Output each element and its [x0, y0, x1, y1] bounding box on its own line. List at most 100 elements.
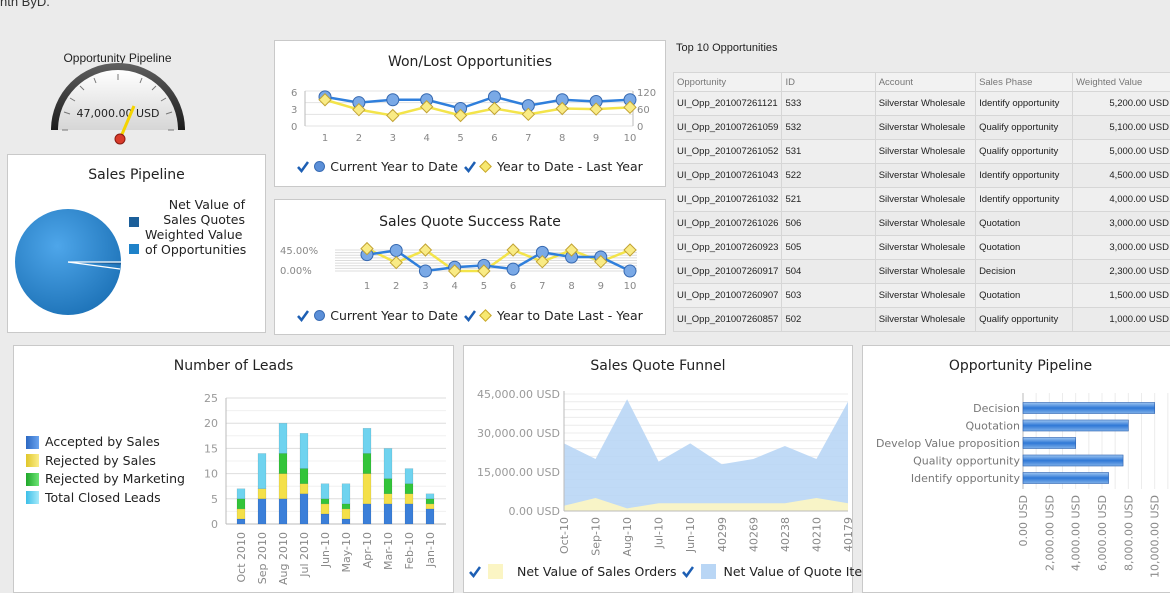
- checkbox-checked-icon[interactable]: [469, 565, 482, 578]
- bar-segment[interactable]: [425, 508, 435, 525]
- table-row[interactable]: UI_Opp_201007261026 506 Silverstar Wholesa…: [672, 211, 1170, 236]
- opp-pipeline-chart: Decision Quotation Develop Value propositi…: [876, 393, 1169, 578]
- checkbox-checked-icon[interactable]: [297, 160, 310, 173]
- legend-net-value-sales-orders[interactable]: Net Value of Sales Orders: [469, 564, 677, 579]
- bar-segment[interactable]: [404, 503, 414, 525]
- bar-segment[interactable]: [299, 483, 309, 495]
- bar-segment[interactable]: [257, 453, 267, 489]
- bar-segment[interactable]: [425, 503, 435, 510]
- column-header-sales-phase[interactable]: Sales Phase: [975, 72, 1074, 92]
- bar-segment[interactable]: [320, 513, 330, 525]
- column-header-opportunity[interactable]: Opportunity: [672, 72, 783, 92]
- bar-segment[interactable]: [278, 473, 288, 500]
- table-row[interactable]: UI_Opp_201007260917 504 Silverstar Wholesa…: [672, 259, 1170, 284]
- table-cell: UI_Opp_201007261032: [672, 187, 783, 212]
- bar-segment[interactable]: [320, 483, 330, 500]
- sales-pipeline-panel: Sales Pipeline Net Value of Sales Quotes…: [7, 154, 266, 333]
- y-tick: Develop Value proposition: [876, 437, 1020, 450]
- table-row[interactable]: UI_Opp_201007261032 521 Silverstar Wholesa…: [672, 187, 1170, 212]
- data-point-current-year[interactable]: [487, 90, 501, 104]
- bar-segment[interactable]: [362, 503, 372, 525]
- table-cell: 4,500.00 USD: [1072, 163, 1170, 188]
- bar-segment[interactable]: [341, 503, 351, 510]
- bar-segment[interactable]: [404, 493, 414, 505]
- bar-segment[interactable]: [299, 493, 309, 525]
- bar[interactable]: [1022, 419, 1129, 432]
- bar-segment[interactable]: [404, 483, 414, 495]
- bar-segment[interactable]: [341, 518, 351, 525]
- bar[interactable]: [1022, 402, 1155, 414]
- area-net-value-quote-items[interactable]: [564, 399, 848, 511]
- legend-last-year[interactable]: Year to Date Last - Year: [464, 308, 643, 323]
- column-header-weighted-value[interactable]: Weighted Value: [1072, 72, 1170, 92]
- bar-segment[interactable]: [320, 503, 330, 515]
- data-point-current-year[interactable]: [418, 264, 432, 278]
- table-row[interactable]: UI_Opp_201007261121 533 Silverstar Wholesa…: [672, 91, 1170, 116]
- x-tick: 10: [624, 133, 637, 144]
- legend-current-year[interactable]: Current Year to Date: [297, 308, 458, 323]
- bar[interactable]: [1022, 454, 1124, 467]
- legend-net-value-quote-items[interactable]: Net Value of Quote Items: [681, 564, 881, 579]
- legend-last-year[interactable]: Year to Date - Last Year: [464, 159, 643, 174]
- data-point-last-year[interactable]: [386, 108, 400, 123]
- bar-segment[interactable]: [257, 498, 267, 525]
- bar-segment[interactable]: [362, 473, 372, 505]
- data-point-last-year[interactable]: [623, 243, 637, 257]
- top10-title: Top 10 Opportunities: [676, 42, 778, 54]
- funnel-panel: Sales Quote Funnel 45,000.00 USD 30,000.0…: [463, 345, 881, 593]
- bar-segment[interactable]: [236, 508, 246, 520]
- table-row[interactable]: UI_Opp_201007260907 503 Silverstar Wholesa…: [672, 283, 1170, 308]
- data-point-last-year[interactable]: [389, 255, 403, 270]
- bar-segment[interactable]: [341, 483, 351, 505]
- checkbox-checked-icon[interactable]: [464, 160, 476, 173]
- bar-segment[interactable]: [278, 498, 288, 525]
- table-cell: 533: [781, 91, 876, 116]
- bar-segment[interactable]: [236, 488, 246, 500]
- bar[interactable]: [1022, 437, 1076, 449]
- column-header-account[interactable]: Account: [874, 72, 977, 92]
- legend-net-value-sales-quotes: Net Value of Sales Quotes: [129, 197, 261, 227]
- data-point-current-year[interactable]: [623, 264, 637, 278]
- legend-accepted-by-sales: Accepted by Sales: [26, 433, 185, 452]
- bar-segment[interactable]: [383, 503, 393, 525]
- y-tick: Quality opportunity: [913, 455, 1020, 468]
- table-row[interactable]: UI_Opp_201007260857 502 Silverstar Wholesa…: [672, 307, 1170, 332]
- x-tick: 6: [510, 281, 516, 292]
- data-point-current-year[interactable]: [386, 93, 400, 107]
- header-fragment: nth ByD.: [0, 0, 50, 9]
- table-row[interactable]: UI_Opp_201007261043 522 Silverstar Wholesa…: [672, 163, 1170, 188]
- data-point-current-year[interactable]: [389, 243, 403, 257]
- bar-segment[interactable]: [257, 488, 267, 500]
- y-tick: 45,000.00 USD: [477, 388, 560, 401]
- bar-segment[interactable]: [404, 468, 414, 484]
- bar-segment[interactable]: [299, 468, 309, 484]
- bar-segment[interactable]: [236, 498, 246, 510]
- legend-rejected-by-marketing: Rejected by Marketing: [26, 470, 185, 489]
- leads-panel: Number of Leads Accepted by Sales Reject…: [13, 345, 454, 593]
- bar[interactable]: [1022, 472, 1109, 484]
- bar-segment[interactable]: [341, 508, 351, 520]
- bar-segment[interactable]: [278, 422, 288, 454]
- bar-segment[interactable]: [383, 493, 393, 505]
- checkbox-checked-icon[interactable]: [464, 309, 476, 322]
- checkbox-checked-icon[interactable]: [681, 565, 694, 578]
- column-header-id[interactable]: ID: [781, 72, 876, 92]
- table-row[interactable]: UI_Opp_201007261059 532 Silverstar Wholesa…: [672, 115, 1170, 140]
- x-tick: Mar-10: [382, 532, 395, 570]
- bar-segment[interactable]: [320, 498, 330, 505]
- table-row[interactable]: UI_Opp_201007261052 531 Silverstar Wholesa…: [672, 139, 1170, 164]
- bar-segment[interactable]: [362, 427, 372, 454]
- data-point-last-year[interactable]: [487, 101, 502, 116]
- legend-current-year[interactable]: Current Year to Date: [297, 159, 458, 174]
- bar-segment[interactable]: [383, 448, 393, 479]
- bar-segment[interactable]: [383, 478, 393, 495]
- data-point-current-year[interactable]: [506, 262, 520, 276]
- bar-segment[interactable]: [425, 498, 435, 505]
- table-row[interactable]: UI_Opp_201007260923 505 Silverstar Wholesa…: [672, 235, 1170, 260]
- bar-segment[interactable]: [362, 453, 372, 474]
- bar-segment[interactable]: [425, 493, 435, 500]
- bar-segment[interactable]: [236, 518, 246, 525]
- bar-segment[interactable]: [278, 453, 288, 474]
- bar-segment[interactable]: [299, 433, 309, 469]
- checkbox-checked-icon[interactable]: [297, 309, 310, 322]
